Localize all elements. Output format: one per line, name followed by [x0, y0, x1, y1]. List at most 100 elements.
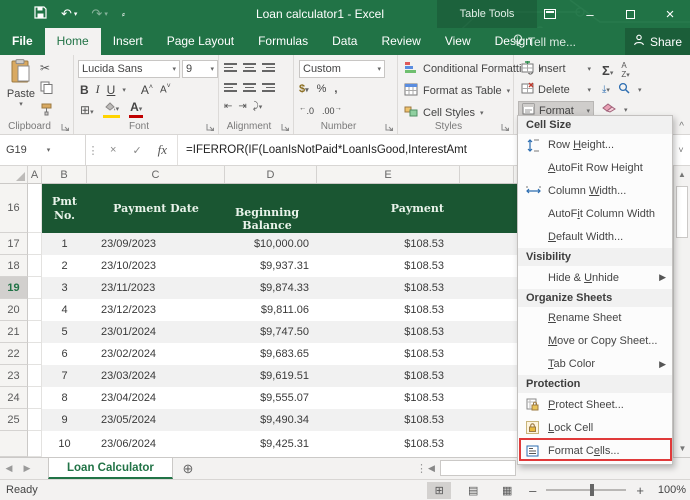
tab-file[interactable]: File [0, 28, 45, 55]
cell[interactable] [460, 409, 514, 431]
cell[interactable]: $9,683.65 [225, 343, 317, 365]
number-format-combobox[interactable]: Custom ▾ [299, 60, 385, 78]
accounting-format-button[interactable]: $▾ [299, 83, 309, 95]
row-header-24[interactable]: 24 [0, 387, 28, 409]
horizontal-scroll-thumb[interactable] [440, 460, 516, 476]
row-header-[interactable] [0, 431, 28, 457]
cell[interactable]: 4 [42, 299, 87, 321]
cell[interactable] [460, 387, 514, 409]
cell-A24[interactable] [28, 387, 42, 409]
insert-cells-button[interactable]: Insert ▾ [518, 59, 594, 78]
name-box[interactable]: G19 ▾ [0, 135, 86, 165]
cell[interactable]: $9,490.34 [225, 409, 317, 431]
number-dialog-launcher[interactable] [385, 123, 394, 132]
cut-button[interactable]: ✂ [40, 61, 53, 75]
cell-A[interactable] [28, 431, 42, 457]
close-button[interactable]: × [650, 0, 690, 28]
middle-align-button[interactable] [243, 61, 256, 74]
row-header-22[interactable]: 22 [0, 343, 28, 365]
hscroll-left-icon[interactable]: ◀ [428, 457, 435, 479]
alignment-dialog-launcher[interactable] [281, 123, 290, 132]
find-select-button[interactable] [618, 82, 630, 97]
delete-cells-button[interactable]: Delete ▾ [518, 80, 594, 99]
cell[interactable]: $9,619.51 [225, 365, 317, 387]
zoom-in-button[interactable]: + [636, 483, 644, 498]
cell-A19[interactable] [28, 277, 42, 299]
zoom-out-button[interactable]: – [529, 483, 536, 498]
cell[interactable]: 23/11/2023 [87, 277, 225, 299]
prev-sheet-icon[interactable]: ◀ [0, 458, 18, 479]
row-header-16[interactable]: 16 [0, 184, 28, 233]
percent-style-button[interactable]: % [317, 83, 327, 95]
menu-item-column-width[interactable]: Column Width... [518, 180, 672, 203]
align-right-button[interactable] [262, 81, 275, 94]
cell[interactable]: $108.53 [317, 343, 460, 365]
cell[interactable] [460, 255, 514, 277]
font-dialog-launcher[interactable] [206, 123, 215, 132]
tab-bar-splitter[interactable]: ⋮ [416, 457, 427, 479]
vertical-scrollbar[interactable]: ▲ ▼ ▶ [673, 166, 690, 479]
share-button[interactable]: Share [625, 28, 690, 55]
row-header-17[interactable]: 17 [0, 233, 28, 255]
cell[interactable]: $9,811.06 [225, 299, 317, 321]
cell[interactable]: 2 [42, 255, 87, 277]
cell[interactable]: 9 [42, 409, 87, 431]
page-layout-view-button[interactable]: ▤ [461, 482, 485, 499]
format-as-table-button[interactable]: Format as Table ▾ [404, 81, 510, 100]
decrease-indent-button[interactable]: ⇤ [224, 101, 232, 112]
cell-A17[interactable] [28, 233, 42, 255]
insert-function-button[interactable]: fx [158, 142, 167, 158]
menu-item-protect-sheet[interactable]: Protect Sheet... [518, 393, 672, 416]
borders-button[interactable]: ⊞▾ [80, 103, 94, 117]
styles-dialog-launcher[interactable] [501, 123, 510, 132]
row-header-20[interactable]: 20 [0, 299, 28, 321]
cell[interactable]: $9,874.33 [225, 277, 317, 299]
menu-item-hide-unhide[interactable]: Hide & Unhide ▶ [518, 266, 672, 289]
normal-view-button[interactable]: ⊞ [427, 481, 452, 499]
shrink-font-button[interactable]: A˅ [160, 83, 171, 95]
collapse-ribbon-icon[interactable]: ^ [679, 121, 684, 132]
cancel-icon[interactable]: × [110, 144, 116, 156]
cell[interactable]: $9,747.50 [225, 321, 317, 343]
cell[interactable]: 23/01/2024 [87, 321, 225, 343]
menu-item-move-or-copy-sheet[interactable]: Move or Copy Sheet... [518, 330, 672, 353]
paste-caret-icon[interactable]: ▾ [19, 100, 23, 108]
cell[interactable]: $108.53 [317, 387, 460, 409]
menu-item-row-height[interactable]: Row Height... [518, 134, 672, 157]
underline-button[interactable]: U [107, 83, 116, 97]
zoom-slider[interactable] [546, 484, 627, 496]
increase-indent-button[interactable]: ⇥ [238, 101, 246, 112]
select-all-corner[interactable] [0, 166, 28, 183]
cell[interactable]: 23/09/2023 [87, 233, 225, 255]
tab-data[interactable]: Data [320, 28, 369, 55]
column-header-B[interactable]: B [42, 166, 87, 183]
vertical-scroll-thumb[interactable] [676, 186, 688, 238]
column-header-blank[interactable] [460, 166, 514, 183]
underline-caret-icon[interactable]: ▾ [122, 86, 126, 94]
scroll-down-icon[interactable]: ▼ [674, 440, 690, 457]
cell[interactable] [460, 233, 514, 255]
sheet-tab-loan-calculator[interactable]: Loan Calculator [48, 458, 173, 479]
scroll-up-icon[interactable]: ▲ [674, 166, 690, 183]
cell[interactable]: $9,937.31 [225, 255, 317, 277]
tab-view[interactable]: View [433, 28, 483, 55]
cell[interactable]: 23/05/2024 [87, 409, 225, 431]
format-painter-button[interactable] [40, 103, 53, 119]
cell[interactable] [460, 365, 514, 387]
font-size-combobox[interactable]: 9 ▾ [182, 60, 218, 78]
next-sheet-icon[interactable]: ▶ [18, 458, 36, 479]
menu-item-rename-sheet[interactable]: Rename Sheet [518, 307, 672, 330]
sort-filter-button[interactable]: A Z▾ [621, 61, 629, 79]
cell[interactable]: 3 [42, 277, 87, 299]
cell[interactable]: $108.53 [317, 365, 460, 387]
row-header-18[interactable]: 18 [0, 255, 28, 277]
column-header-E[interactable]: E [317, 166, 460, 183]
cell[interactable] [460, 299, 514, 321]
menu-item-autofit-column-width[interactable]: AutoFit Column Width [518, 202, 672, 225]
column-header-A[interactable]: A [28, 166, 42, 183]
cell[interactable]: 10 [42, 431, 87, 457]
font-family-combobox[interactable]: Lucida Sans ▾ [78, 60, 180, 78]
column-header-C[interactable]: C [87, 166, 225, 183]
clipboard-dialog-launcher[interactable] [61, 123, 70, 132]
cell[interactable]: 5 [42, 321, 87, 343]
